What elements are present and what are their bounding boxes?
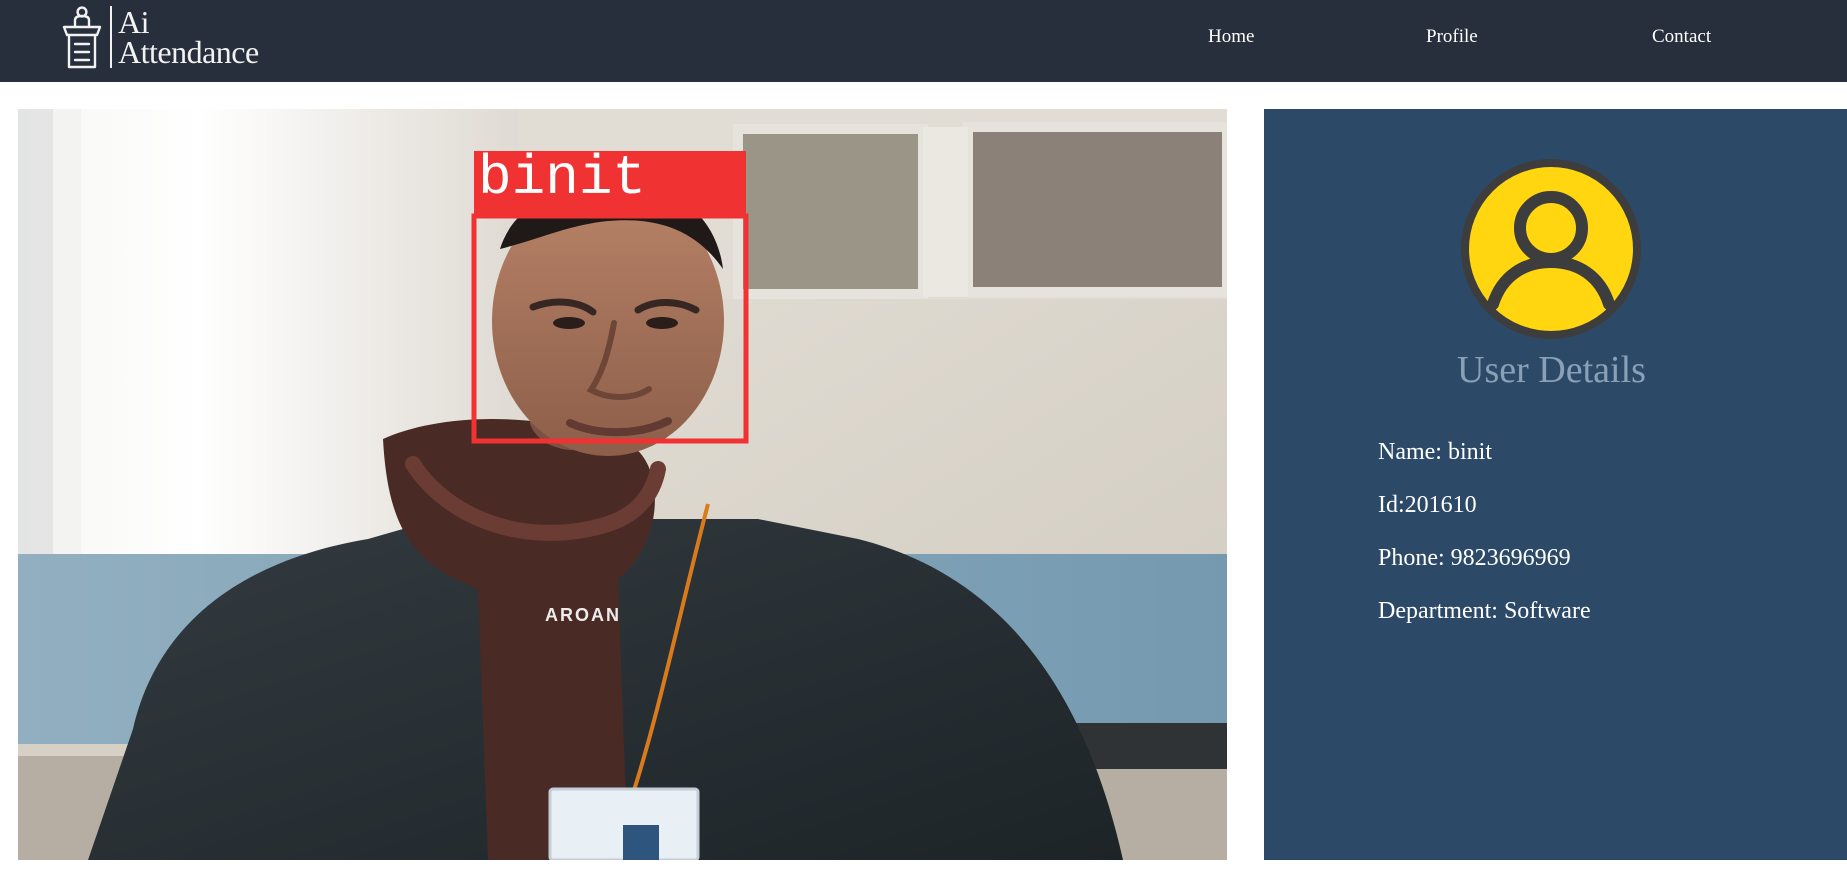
camera-feed: AROAN binit bbox=[18, 109, 1227, 860]
logo-divider bbox=[110, 6, 112, 68]
user-details-panel: User Details Name: binit Id:201610 Phone… bbox=[1264, 109, 1847, 860]
detail-phone: Phone: 9823696969 bbox=[1378, 543, 1571, 573]
hoodie-text: AROAN bbox=[545, 605, 621, 625]
top-navbar: Ai Attendance Home Profile Contact bbox=[0, 0, 1847, 82]
department-value: Software bbox=[1503, 598, 1591, 624]
left-eye bbox=[553, 317, 585, 329]
user-avatar-icon bbox=[1461, 159, 1641, 339]
logo-line2: Attendance bbox=[118, 34, 259, 70]
logo-line1: Ai bbox=[118, 4, 149, 40]
name-label: Name: bbox=[1378, 439, 1442, 465]
nav-contact-link[interactable]: Contact bbox=[1652, 24, 1711, 50]
app-logo[interactable]: Ai Attendance bbox=[60, 2, 290, 72]
nav-home-link[interactable]: Home bbox=[1208, 24, 1254, 50]
nav-profile-link[interactable]: Profile bbox=[1426, 24, 1478, 50]
window-pane-right bbox=[963, 122, 1227, 297]
detail-department: Department: Software bbox=[1378, 596, 1591, 626]
window-mullion bbox=[923, 127, 968, 297]
id-value: 201610 bbox=[1404, 492, 1477, 518]
department-label: Department: bbox=[1378, 598, 1498, 624]
right-eye bbox=[646, 317, 678, 329]
podium-icon bbox=[62, 6, 102, 69]
id-card-logo bbox=[623, 825, 659, 860]
window-pane-middle bbox=[733, 124, 928, 299]
logo-text: Ai Attendance bbox=[118, 4, 259, 70]
name-value: binit bbox=[1447, 439, 1492, 465]
detail-id: Id:201610 bbox=[1378, 490, 1477, 520]
detection-label: binit bbox=[478, 146, 646, 210]
webcam-frame: AROAN binit bbox=[18, 109, 1227, 860]
phone-label: Phone: bbox=[1378, 545, 1445, 571]
id-label: Id: bbox=[1378, 492, 1405, 518]
detail-name: Name: binit bbox=[1378, 437, 1492, 467]
user-details-title: User Details bbox=[1457, 349, 1646, 391]
phone-value: 9823696969 bbox=[1450, 545, 1571, 571]
